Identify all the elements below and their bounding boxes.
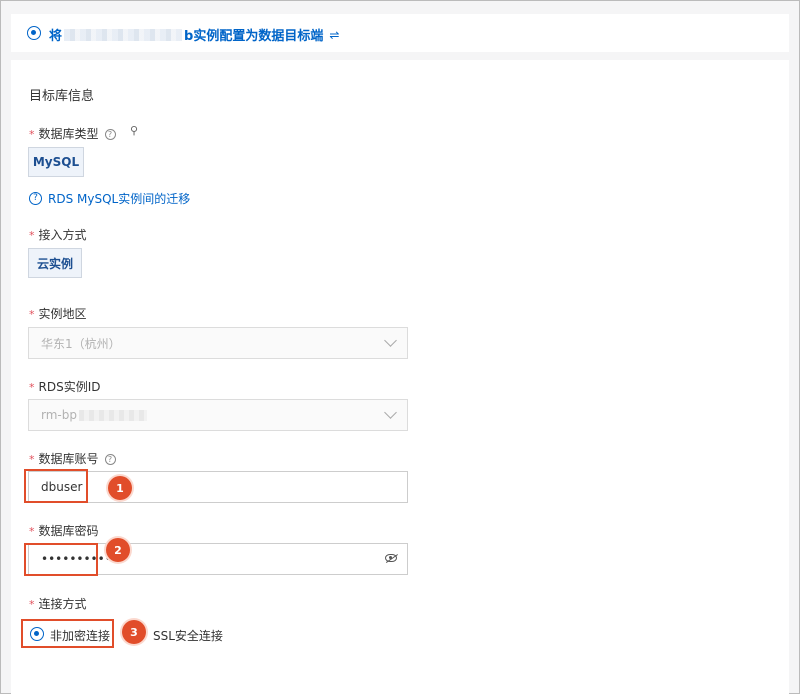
access-method-cloud-instance-button[interactable]: 云实例 <box>28 248 82 278</box>
header-title-prefix: 将 <box>49 29 63 44</box>
access-method-label: * 接入方式 <box>29 228 87 242</box>
migration-help-link-text: RDS MySQL实例间的迁移 <box>48 192 191 206</box>
region-select-value: 华东1（杭州） <box>41 336 121 351</box>
target-config-header: 将 b实例配置为数据目标端 ⇌ <box>11 14 789 52</box>
region-label: * 实例地区 <box>29 307 87 321</box>
header-radio-icon <box>27 26 41 40</box>
required-mark: * <box>29 453 35 466</box>
step-badge-2: 2 <box>106 538 130 562</box>
header-title-suffix: b实例配置为数据目标端 <box>184 29 324 44</box>
target-db-panel: 目标库信息 * 数据库类型? ⚲ MySQL ? RDS MySQL实例间的迁移 … <box>11 60 789 694</box>
step-badge-1: 1 <box>108 476 132 500</box>
required-mark: * <box>29 229 35 242</box>
db-type-label: * 数据库类型? <box>29 125 116 142</box>
redacted-instance-id <box>78 409 147 421</box>
rds-instance-id-value: rm-bp <box>41 408 77 422</box>
search-icon[interactable]: ⚲ <box>130 124 138 137</box>
header-title: 将 b实例配置为数据目标端 ⇌ <box>49 25 339 45</box>
question-icon: ? <box>29 192 42 205</box>
rds-instance-id-label: * RDS实例ID <box>29 380 101 394</box>
required-mark: * <box>29 525 35 538</box>
help-icon[interactable]: ? <box>104 454 116 465</box>
required-mark: * <box>29 598 35 611</box>
swap-icon[interactable]: ⇌ <box>329 28 339 42</box>
chevron-down-icon <box>384 334 397 347</box>
region-select[interactable]: 华东1（杭州） <box>28 327 408 359</box>
connection-method-label: * 连接方式 <box>29 597 87 611</box>
redacted-instance-name <box>64 28 183 41</box>
rds-instance-id-select[interactable]: rm-bp <box>28 399 408 431</box>
section-title: 目标库信息 <box>29 89 95 104</box>
db-account-label: * 数据库账号? <box>29 450 116 467</box>
callout-box-account <box>24 469 88 503</box>
radio-option-ssl[interactable]: SSL安全连接 <box>153 627 223 644</box>
help-icon[interactable]: ? <box>104 129 116 140</box>
db-password-label: * 数据库密码 <box>29 524 99 538</box>
eye-off-icon[interactable] <box>385 554 397 562</box>
step-badge-3: 3 <box>122 620 146 644</box>
required-mark: * <box>29 128 35 141</box>
chevron-down-icon <box>384 406 397 419</box>
required-mark: * <box>29 381 35 394</box>
callout-box-connection <box>21 619 114 648</box>
required-mark: * <box>29 308 35 321</box>
db-type-mysql-button[interactable]: MySQL <box>28 147 84 177</box>
migration-help-link[interactable]: ? RDS MySQL实例间的迁移 <box>29 190 190 207</box>
callout-box-password <box>24 543 98 576</box>
